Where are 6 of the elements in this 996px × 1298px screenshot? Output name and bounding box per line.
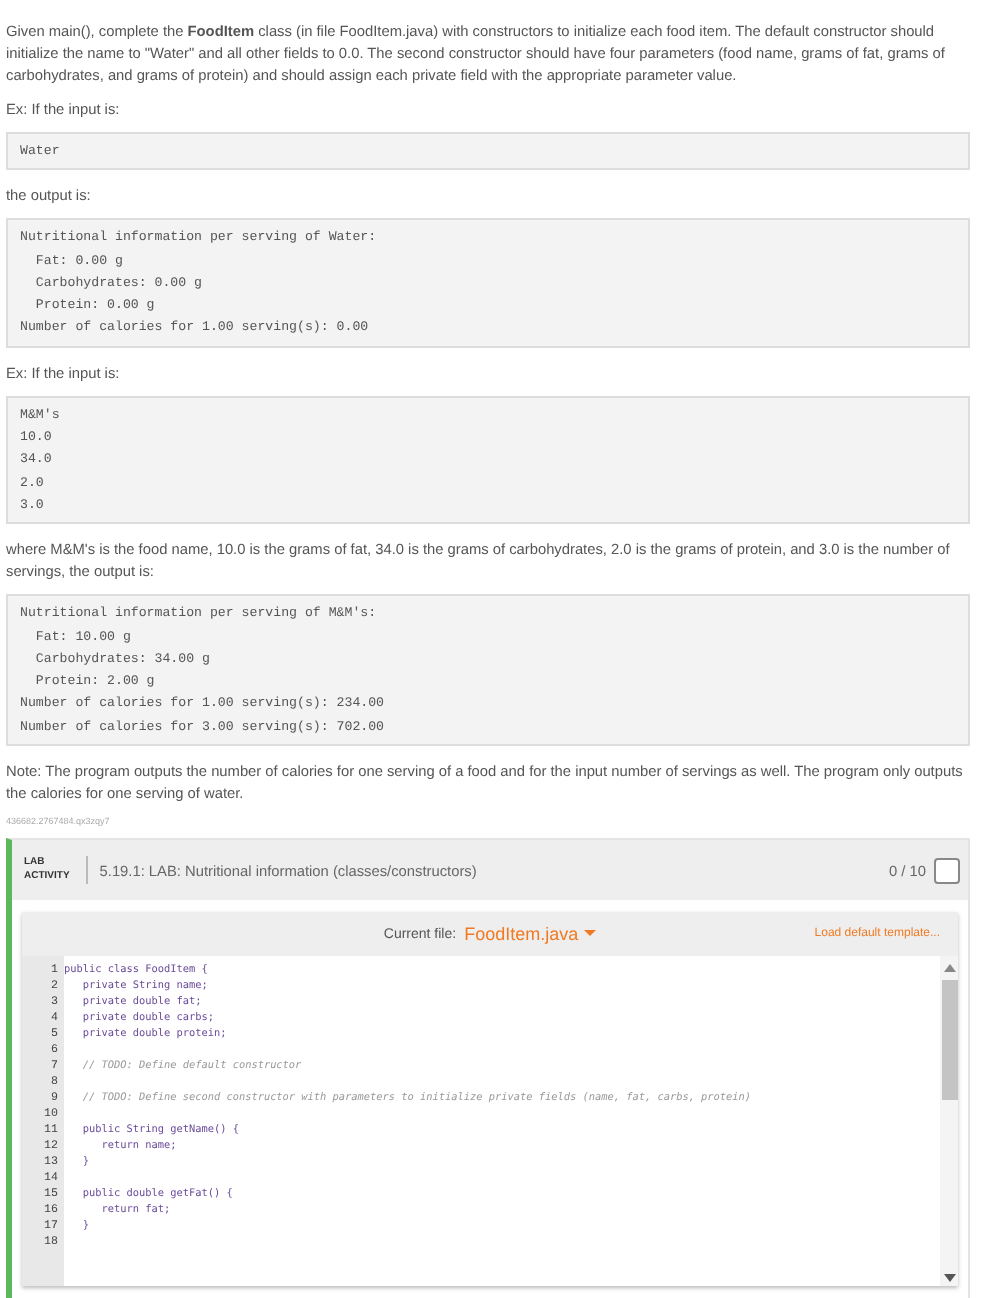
scroll-up-icon[interactable] <box>943 964 955 973</box>
file-dropdown[interactable]: FoodItem.java <box>464 924 579 945</box>
scroll-down-icon[interactable] <box>943 1274 955 1283</box>
caret-icon <box>584 930 597 939</box>
scrollbar[interactable] <box>940 956 958 1287</box>
scrollbar-thumb[interactable] <box>941 980 957 1101</box>
